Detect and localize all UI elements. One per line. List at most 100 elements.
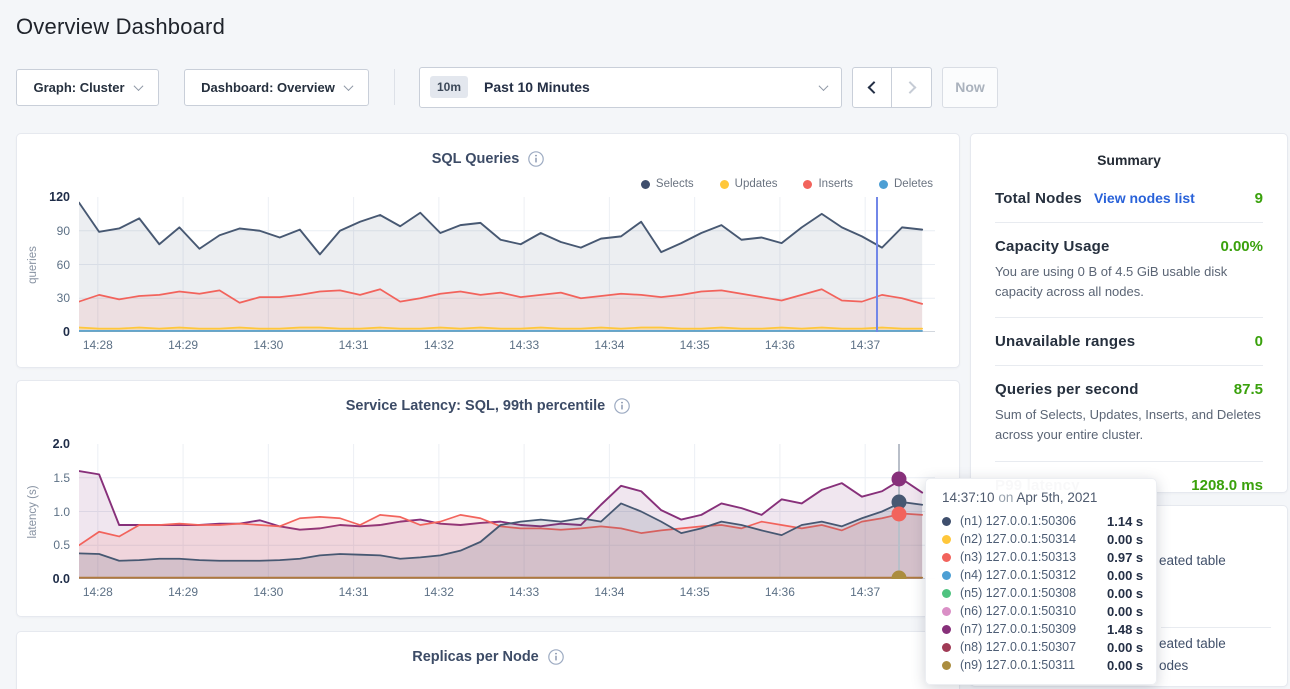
summary-card: Summary Total Nodes View nodes list 9 Ca… (970, 133, 1288, 493)
x-tick-label: 14:37 (850, 585, 880, 599)
node-address: (n8) 127.0.0.1:50307 (960, 640, 1107, 654)
legend-item-selects[interactable]: Selects (641, 178, 694, 190)
node-latency-value: 0.00 s (1107, 532, 1143, 547)
event-item-text: eated table (1159, 636, 1226, 651)
replicas-per-node-header: Replicas per Node (17, 645, 959, 669)
queries-per-second-label: Queries per second (995, 381, 1139, 398)
chart-canvas (79, 197, 935, 332)
service-latency-card: Service Latency: SQL, 99th percentile la… (16, 380, 960, 617)
legend-item-deletes[interactable]: Deletes (879, 178, 933, 190)
y-tick-label: 0.5 (53, 538, 70, 552)
y-axis-label: queries (27, 246, 39, 284)
node-color-dot-icon (942, 643, 951, 652)
tooltip-node-row: (n5) 127.0.0.1:503080.00 s (942, 584, 1144, 602)
sql-queries-header: SQL Queries (17, 147, 959, 171)
x-tick-label: 14:34 (594, 338, 624, 352)
tooltip-date: Apr 5th, 2021 (1016, 490, 1097, 505)
tooltip-rows: (n1) 127.0.0.1:503061.14 s(n2) 127.0.0.1… (942, 512, 1144, 674)
x-tick-label: 14:36 (765, 338, 795, 352)
divider (995, 461, 1263, 462)
x-tick-label: 14:28 (83, 585, 113, 599)
divider (1161, 627, 1271, 628)
replicas-per-node-card: Replicas per Node (16, 631, 960, 689)
total-nodes-row: Total Nodes View nodes list 9 (995, 190, 1263, 207)
chart-canvas (79, 444, 935, 579)
x-tick-label: 14:28 (83, 338, 113, 352)
time-range-selector[interactable]: 10m Past 10 Minutes (419, 67, 842, 108)
queries-per-second-description: Sum of Selects, Updates, Inserts, and De… (995, 405, 1263, 445)
tooltip-node-row: (n8) 127.0.0.1:503070.00 s (942, 638, 1144, 656)
time-next-button[interactable] (892, 67, 932, 108)
queries-per-second-value: 87.5 (1234, 381, 1263, 398)
capacity-usage-value: 0.00% (1220, 238, 1263, 255)
node-address: (n4) 127.0.0.1:50312 (960, 568, 1107, 582)
sql-queries-card: SQL Queries Selects Updates Inserts Deletes… (16, 133, 960, 368)
chart-legend: Selects Updates Inserts Deletes (641, 178, 933, 190)
y-tick-label: 60 (57, 258, 70, 272)
info-icon[interactable] (614, 398, 630, 414)
info-icon[interactable] (528, 151, 544, 167)
node-color-dot-icon (942, 535, 951, 544)
service-latency-header: Service Latency: SQL, 99th percentile (17, 394, 959, 418)
time-prev-button[interactable] (852, 67, 892, 108)
event-item-text: eated table (1159, 553, 1226, 568)
legend-item-inserts[interactable]: Inserts (803, 178, 853, 190)
node-address: (n7) 127.0.0.1:50309 (960, 622, 1107, 636)
x-tick-label: 14:32 (424, 585, 454, 599)
y-axis-label: latency (s) (27, 485, 39, 538)
summary-title: Summary (995, 152, 1263, 168)
node-latency-value: 0.97 s (1107, 550, 1143, 565)
capacity-usage-row: Capacity Usage 0.00% (995, 238, 1263, 255)
x-tick-label: 14:35 (680, 338, 710, 352)
legend-label: Deletes (894, 178, 933, 190)
legend-dot-icon (803, 180, 812, 189)
dashboard-dropdown[interactable]: Dashboard: Overview (184, 69, 369, 106)
now-button[interactable]: Now (942, 67, 998, 108)
hover-crosshair-line (876, 197, 878, 332)
sql-queries-plot[interactable]: queries 0306090120 (79, 197, 935, 332)
total-nodes-value: 9 (1255, 190, 1263, 207)
view-nodes-list-link[interactable]: View nodes list (1094, 190, 1195, 206)
unavailable-ranges-value: 0 (1255, 333, 1263, 350)
x-tick-label: 14:31 (339, 585, 369, 599)
hover-point-dot (892, 472, 907, 487)
legend-dot-icon (720, 180, 729, 189)
controls-bar: Graph: Cluster Dashboard: Overview 10m P… (16, 66, 998, 108)
tooltip-node-row: (n6) 127.0.0.1:503100.00 s (942, 602, 1144, 620)
chart-hover-tooltip: 14:37:10 on Apr 5th, 2021 (n1) 127.0.0.1… (925, 478, 1157, 685)
divider (995, 222, 1263, 223)
chevron-left-icon (867, 81, 880, 94)
legend-dot-icon (641, 180, 650, 189)
graph-scope-dropdown[interactable]: Graph: Cluster (16, 69, 159, 106)
legend-row: Selects Updates Inserts Deletes (17, 171, 959, 197)
x-tick-label: 14:29 (168, 585, 198, 599)
capacity-usage-description: You are using 0 B of 4.5 GiB usable disk… (995, 262, 1263, 302)
y-tick-label: 30 (57, 291, 70, 305)
time-range-badge: 10m (430, 76, 468, 98)
service-latency-plot[interactable]: latency (s) 0.00.51.01.52.0 (79, 444, 935, 579)
legend-label: Selects (656, 178, 694, 190)
unavailable-ranges-row: Unavailable ranges 0 (995, 333, 1263, 350)
chart-title: SQL Queries (432, 151, 520, 167)
legend-row (17, 418, 959, 444)
y-tick-label: 1.0 (53, 505, 70, 519)
charts-column: SQL Queries Selects Updates Inserts Deletes… (16, 133, 960, 689)
x-axis-ticks: 14:2814:2914:3014:3114:3214:3314:3414:35… (79, 332, 935, 360)
node-latency-value: 1.48 s (1107, 622, 1143, 637)
node-color-dot-icon (942, 589, 951, 598)
chevron-right-icon (904, 81, 917, 94)
x-tick-label: 14:30 (253, 338, 283, 352)
chevron-down-icon (819, 81, 829, 91)
legend-dot-icon (879, 180, 888, 189)
info-icon[interactable] (548, 649, 564, 665)
overview-dashboard-page: Overview Dashboard Graph: Cluster Dashbo… (0, 0, 1290, 689)
x-tick-label: 14:30 (253, 585, 283, 599)
x-tick-label: 14:34 (594, 585, 624, 599)
x-tick-label: 14:29 (168, 338, 198, 352)
legend-label: Updates (735, 178, 778, 190)
y-tick-label: 1.5 (53, 471, 70, 485)
dashboard-dropdown-label: Dashboard: Overview (201, 80, 335, 95)
legend-item-updates[interactable]: Updates (720, 178, 778, 190)
x-tick-label: 14:33 (509, 338, 539, 352)
page-title: Overview Dashboard (16, 14, 225, 40)
